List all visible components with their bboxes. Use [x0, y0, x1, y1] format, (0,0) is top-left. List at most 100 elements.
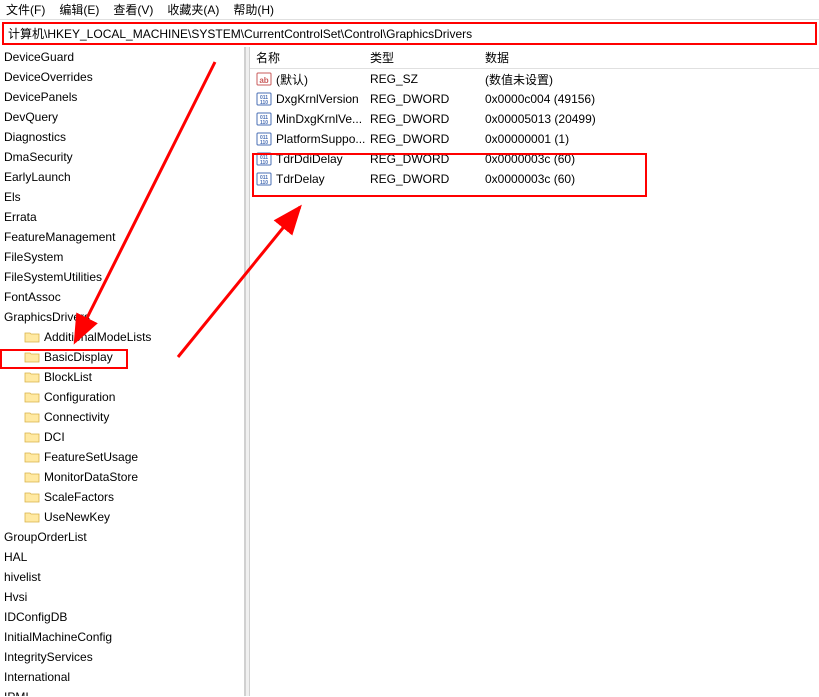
- value-row[interactable]: 011110TdrDelayREG_DWORD0x0000003c (60): [250, 169, 819, 189]
- tree-item[interactable]: Configuration: [0, 387, 244, 407]
- value-name: TdrDelay: [276, 172, 325, 186]
- menu-help[interactable]: 帮助(H): [233, 1, 274, 18]
- value-name: DxgKrnlVersion: [276, 92, 359, 106]
- tree-item-label: EarlyLaunch: [4, 170, 71, 184]
- tree-item-label: InitialMachineConfig: [4, 630, 112, 644]
- tree-item[interactable]: AdditionalModeLists: [0, 327, 244, 347]
- address-bar[interactable]: 计算机\HKEY_LOCAL_MACHINE\SYSTEM\CurrentCon…: [2, 22, 817, 45]
- tree-item[interactable]: GraphicsDrivers: [0, 307, 244, 327]
- tree-item[interactable]: DCI: [0, 427, 244, 447]
- tree-item[interactable]: hivelist: [0, 567, 244, 587]
- menu-file[interactable]: 文件(F): [6, 1, 45, 18]
- tree-item[interactable]: DeviceOverrides: [0, 67, 244, 87]
- tree-item-label: FileSystemUtilities: [4, 270, 102, 284]
- tree-item[interactable]: Els: [0, 187, 244, 207]
- tree-item-label: DeviceOverrides: [4, 70, 93, 84]
- column-header-name[interactable]: 名称: [250, 49, 370, 66]
- tree-item[interactable]: Diagnostics: [0, 127, 244, 147]
- tree-item-label: DCI: [44, 430, 65, 444]
- address-text: 计算机\HKEY_LOCAL_MACHINE\SYSTEM\CurrentCon…: [8, 25, 472, 42]
- registry-tree-panel[interactable]: DeviceGuard DeviceOverrides DevicePanelsDe…: [0, 47, 245, 696]
- tree-item[interactable]: DeviceGuard: [0, 47, 244, 67]
- tree-item-label: hivelist: [4, 570, 41, 584]
- tree-item[interactable]: ScaleFactors: [0, 487, 244, 507]
- reg-string-icon: ab: [256, 71, 272, 87]
- column-header-type[interactable]: 类型: [370, 49, 485, 66]
- tree-item[interactable]: FontAssoc: [0, 287, 244, 307]
- tree-item[interactable]: Errata: [0, 207, 244, 227]
- tree-item[interactable]: UseNewKey: [0, 507, 244, 527]
- tree-item[interactable]: IntegrityServices: [0, 647, 244, 667]
- menu-bar: 文件(F) 编辑(E) 查看(V) 收藏夹(A) 帮助(H): [0, 0, 819, 20]
- value-type: REG_DWORD: [370, 152, 485, 166]
- value-name: (默认): [276, 71, 308, 88]
- tree-item[interactable]: BasicDisplay: [0, 347, 244, 367]
- value-data: 0x00000001 (1): [485, 132, 819, 146]
- value-type: REG_SZ: [370, 72, 485, 86]
- folder-icon: [24, 390, 40, 404]
- folder-icon: [24, 430, 40, 444]
- value-type: REG_DWORD: [370, 92, 485, 106]
- tree-item[interactable]: DmaSecurity: [0, 147, 244, 167]
- value-row[interactable]: ab(默认) REG_SZ(数值未设置): [250, 69, 819, 89]
- tree-item[interactable]: MonitorDataStore: [0, 467, 244, 487]
- values-header-row: 名称 类型 数据: [250, 47, 819, 69]
- tree-item-label: Connectivity: [44, 410, 109, 424]
- value-type: REG_DWORD: [370, 172, 485, 186]
- reg-dword-icon: 011110: [256, 91, 272, 107]
- folder-icon: [24, 410, 40, 424]
- tree-item[interactable]: InitialMachineConfig: [0, 627, 244, 647]
- folder-icon: [24, 350, 40, 364]
- value-name: TdrDdiDelay: [276, 152, 343, 166]
- tree-item-label: BasicDisplay: [44, 350, 113, 364]
- value-row[interactable]: 011110MinDxgKrnlVe...REG_DWORD0x00005013…: [250, 109, 819, 129]
- tree-item[interactable]: HAL: [0, 547, 244, 567]
- reg-dword-icon: 011110: [256, 131, 272, 147]
- tree-item[interactable]: GroupOrderList: [0, 527, 244, 547]
- tree-item-label: MonitorDataStore: [44, 470, 138, 484]
- svg-text:110: 110: [260, 180, 268, 186]
- value-type: REG_DWORD: [370, 132, 485, 146]
- value-data: (数值未设置): [485, 71, 819, 88]
- tree-item[interactable]: BlockList: [0, 367, 244, 387]
- tree-item-label: FeatureSetUsage: [44, 450, 138, 464]
- column-header-data[interactable]: 数据: [485, 49, 819, 66]
- registry-values-panel: 名称 类型 数据 ab(默认) REG_SZ(数值未设置) 011110 DxgKrn…: [250, 47, 819, 696]
- value-data: 0x0000c004 (49156): [485, 92, 819, 106]
- tree-item-label: Configuration: [44, 390, 115, 404]
- tree-item-label: UseNewKey: [44, 510, 110, 524]
- tree-item[interactable]: IPMI: [0, 687, 244, 696]
- menu-view[interactable]: 查看(V): [113, 1, 153, 18]
- tree-item[interactable]: FileSystem: [0, 247, 244, 267]
- svg-text:110: 110: [260, 120, 268, 126]
- value-row[interactable]: 011110TdrDdiDelayREG_DWORD0x0000003c (60…: [250, 149, 819, 169]
- tree-item-label: HAL: [4, 550, 27, 564]
- tree-item[interactable]: FeatureManagement: [0, 227, 244, 247]
- tree-item-label: GroupOrderList: [4, 530, 87, 544]
- tree-item-label: AdditionalModeLists: [44, 330, 151, 344]
- tree-item[interactable]: DevicePanels: [0, 87, 244, 107]
- value-row[interactable]: 011110PlatformSuppo...REG_DWORD0x0000000…: [250, 129, 819, 149]
- tree-item-label: International: [4, 670, 70, 684]
- folder-icon: [24, 450, 40, 464]
- value-type: REG_DWORD: [370, 112, 485, 126]
- tree-item[interactable]: DevQuery: [0, 107, 244, 127]
- tree-item[interactable]: FeatureSetUsage: [0, 447, 244, 467]
- value-row[interactable]: 011110 DxgKrnlVersion REG_DWORD0x0000c004 …: [250, 89, 819, 109]
- tree-item-label: Diagnostics: [4, 130, 66, 144]
- menu-edit[interactable]: 编辑(E): [59, 1, 99, 18]
- tree-item[interactable]: International: [0, 667, 244, 687]
- tree-item[interactable]: Connectivity: [0, 407, 244, 427]
- folder-icon: [24, 330, 40, 344]
- tree-item[interactable]: IDConfigDB: [0, 607, 244, 627]
- tree-item-label: ScaleFactors: [44, 490, 114, 504]
- tree-item-label: Els: [4, 190, 21, 204]
- tree-item-label: FeatureManagement: [4, 230, 115, 244]
- tree-item[interactable]: Hvsi: [0, 587, 244, 607]
- menu-favorites[interactable]: 收藏夹(A): [167, 1, 219, 18]
- svg-text:110: 110: [260, 100, 268, 106]
- tree-item-label: DmaSecurity: [4, 150, 73, 164]
- tree-item[interactable]: EarlyLaunch: [0, 167, 244, 187]
- tree-item[interactable]: FileSystemUtilities: [0, 267, 244, 287]
- tree-item-label: BlockList: [44, 370, 92, 384]
